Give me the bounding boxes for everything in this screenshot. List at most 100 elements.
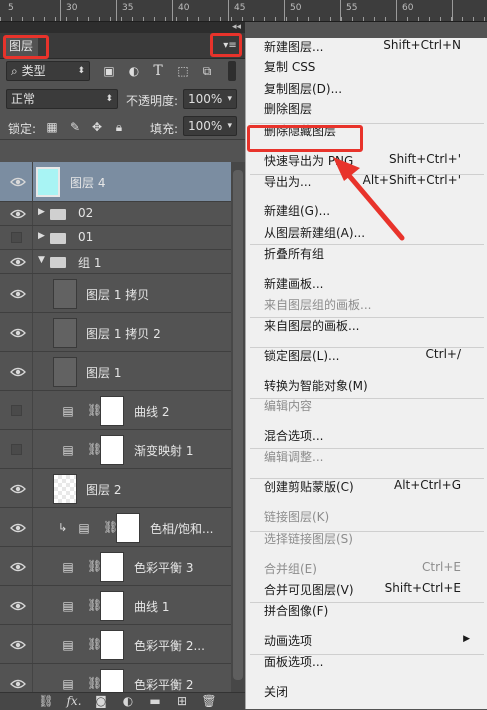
layer-row[interactable]: ▼ 组 1 — [0, 250, 231, 274]
mask-thumbnail[interactable] — [100, 434, 124, 465]
eye-icon[interactable] — [10, 328, 26, 338]
scrollbar-thumb[interactable] — [233, 170, 243, 680]
layer-style-icon[interactable]: fx. — [66, 694, 82, 709]
layer-row[interactable]: ▶ 01 — [0, 226, 231, 250]
mask-thumbnail[interactable] — [100, 395, 124, 426]
ruler-tick — [220, 17, 221, 21]
menu-item[interactable]: 新建画板... — [264, 275, 323, 292]
eye-icon[interactable] — [10, 257, 26, 267]
new-group-icon[interactable]: ▬ — [147, 694, 163, 709]
ruler-tick — [440, 17, 441, 21]
layer-row[interactable]: ↳ ▤ ⛓ 色相/饱和... — [0, 508, 231, 547]
filter-kind-select[interactable]: ⌕ 类型 ⬍ — [6, 61, 90, 81]
eye-icon[interactable] — [10, 679, 26, 689]
mask-thumbnail[interactable] — [100, 590, 124, 621]
menu-item[interactable]: 面板选项... — [264, 653, 323, 670]
eye-icon[interactable] — [10, 177, 26, 187]
menu-item[interactable]: 拼合图像(F) — [264, 602, 328, 619]
menu-item[interactable]: 新建组(G)... — [264, 202, 330, 219]
eye-icon[interactable] — [10, 367, 26, 377]
filter-toggle-switch[interactable] — [228, 61, 236, 81]
eye-icon[interactable] — [10, 484, 26, 494]
menu-item[interactable]: 删除图层 — [264, 100, 312, 117]
layer-row[interactable]: 图层 1 — [0, 352, 231, 391]
lock-transparent-pixels-icon[interactable]: ▦ — [44, 119, 60, 135]
eye-icon[interactable] — [10, 640, 26, 650]
layer-row[interactable]: 图层 1 拷贝 2 — [0, 313, 231, 352]
mask-thumbnail[interactable] — [100, 668, 124, 692]
visibility-toggle-off[interactable] — [11, 232, 22, 243]
menu-item[interactable]: 转换为智能对象(M) — [264, 377, 368, 394]
menu-item[interactable]: 锁定图层(L)... — [264, 347, 340, 364]
expand-triangle-icon[interactable]: ▶ — [38, 231, 45, 241]
pixel-filter-icon[interactable]: ▣ — [101, 63, 117, 79]
ruler-tick — [407, 17, 408, 21]
adjustment-icon: ▤ — [78, 520, 90, 535]
layer-row[interactable]: ▶ 02 — [0, 202, 231, 226]
menu-item[interactable]: 关闭 — [264, 683, 288, 700]
layer-row[interactable]: 图层 4 — [0, 162, 231, 202]
type-filter-icon[interactable]: T — [150, 63, 166, 79]
ruler-tick — [77, 17, 78, 21]
folder-icon — [50, 233, 66, 244]
menu-shortcut: Shift+Ctrl+' — [388, 152, 461, 166]
menu-item[interactable]: 快速导出为 PNG — [264, 152, 353, 169]
ruler-tick — [187, 17, 188, 21]
eye-icon[interactable] — [10, 289, 26, 299]
adjustment-icon: ▤ — [62, 403, 74, 418]
expand-triangle-icon[interactable]: ▶ — [38, 207, 45, 217]
eye-icon[interactable] — [10, 209, 26, 219]
layer-row[interactable]: ▤ ⛓ 色彩平衡 3 — [0, 547, 231, 586]
ruler-major-tick — [172, 0, 173, 21]
menu-item[interactable]: 从图层新建组(A)... — [264, 224, 365, 241]
layer-row[interactable]: ▤ ⛓ 渐变映射 1 — [0, 430, 231, 469]
lock-position-icon[interactable]: ✥ — [89, 119, 105, 135]
layer-row[interactable]: ▤ ⛓ 曲线 1 — [0, 586, 231, 625]
layer-row[interactable]: ▤ ⛓ 曲线 2 — [0, 391, 231, 430]
menu-item[interactable]: 创建剪贴蒙版(C) — [264, 478, 354, 495]
eye-icon[interactable] — [10, 523, 26, 533]
menu-item[interactable]: 混合选项... — [264, 427, 323, 444]
visibility-toggle-off[interactable] — [11, 404, 22, 416]
opacity-field[interactable]: 100% ▾ — [183, 89, 237, 109]
menu-item[interactable]: 复制 CSS — [264, 58, 315, 75]
delete-layer-icon[interactable]: 🗑︎ — [201, 694, 217, 709]
link-layers-icon[interactable]: ⛓ — [38, 694, 54, 709]
ruler-major-tick — [340, 0, 341, 21]
layer-row[interactable]: 图层 1 拷贝 — [0, 274, 231, 313]
ruler-major-tick — [228, 0, 229, 21]
layer-row[interactable]: ▤ ⛓ 色彩平衡 2... — [0, 625, 231, 664]
menu-item[interactable]: 导出为... — [264, 173, 311, 190]
fill-field[interactable]: 100% ▾ — [183, 116, 237, 136]
eye-icon[interactable] — [10, 601, 26, 611]
layer-row[interactable]: 图层 2 — [0, 469, 231, 508]
smart-object-filter-icon[interactable]: ⧉ — [199, 63, 215, 79]
shape-filter-icon[interactable]: ⬚ — [175, 63, 191, 79]
layer-row[interactable]: ▤ ⛓ 色彩平衡 2 — [0, 664, 231, 692]
blend-mode-label: 正常 — [11, 92, 36, 106]
mask-thumbnail[interactable] — [100, 551, 124, 582]
eye-icon[interactable] — [10, 562, 26, 572]
menu-item[interactable]: 新建图层... — [264, 38, 323, 55]
layers-scrollbar[interactable] — [231, 162, 245, 692]
menu-item[interactable]: 复制图层(D)... — [264, 80, 342, 97]
new-adjustment-icon[interactable]: ◐ — [120, 694, 136, 709]
lock-all-icon[interactable]: 🔒︎ — [111, 119, 127, 135]
collapse-panel-icon[interactable]: ◂◂ — [232, 22, 241, 33]
lock-image-pixels-icon[interactable]: ✎ — [67, 119, 83, 135]
expand-triangle-open-icon[interactable]: ▼ — [38, 255, 45, 265]
adjustment-filter-icon[interactable]: ◐ — [126, 63, 142, 79]
menu-item[interactable]: 折叠所有组 — [264, 245, 324, 262]
menu-item[interactable]: 合并可见图层(V) — [264, 581, 354, 598]
new-layer-icon[interactable]: ⊞ — [174, 694, 190, 709]
add-mask-icon[interactable]: ◙ — [93, 694, 109, 709]
blend-mode-select[interactable]: 正常 ⬍ — [6, 89, 118, 109]
menu-item[interactable]: 动画选项 — [264, 632, 312, 649]
mask-thumbnail[interactable] — [116, 512, 140, 543]
menu-item[interactable]: 删除隐藏图层 — [264, 122, 336, 139]
visibility-toggle-off[interactable] — [11, 443, 22, 455]
tab-layers[interactable]: 图层 — [4, 36, 39, 56]
panel-menu-button[interactable]: ▾≡ — [222, 39, 238, 53]
mask-thumbnail[interactable] — [100, 629, 124, 660]
menu-item[interactable]: 来自图层的画板... — [264, 317, 359, 334]
